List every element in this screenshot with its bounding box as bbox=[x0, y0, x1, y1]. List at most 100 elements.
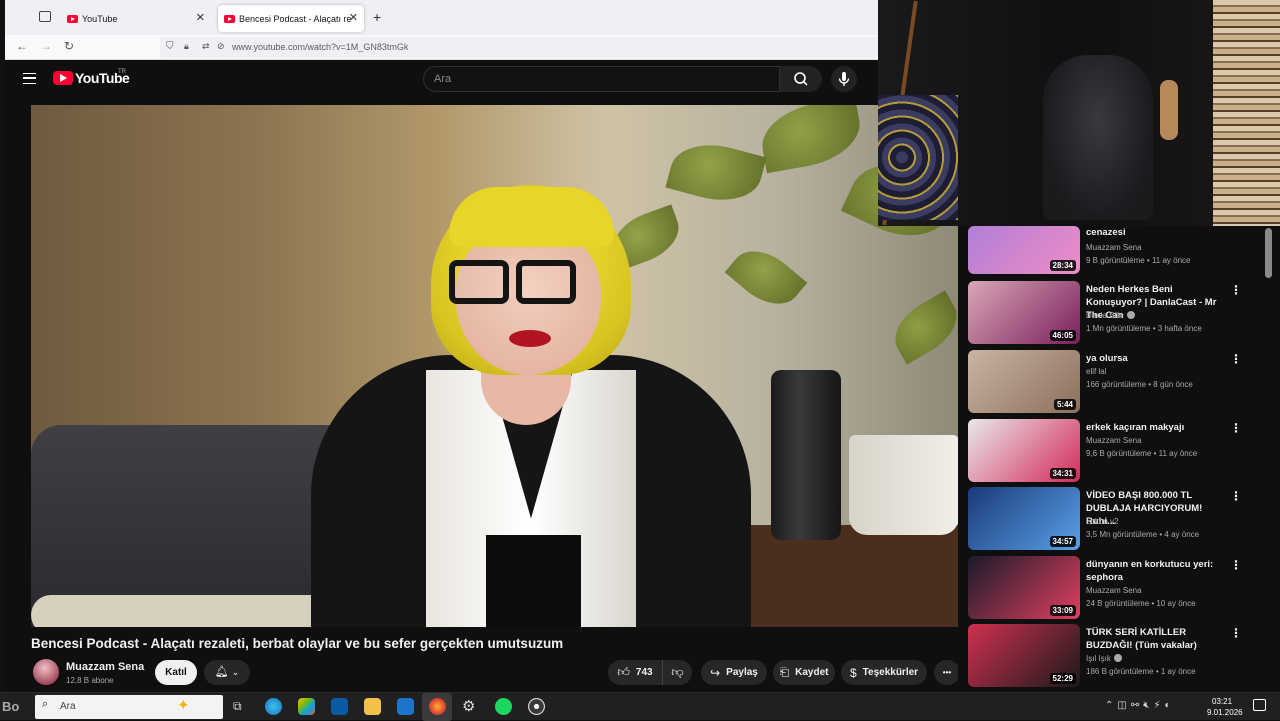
more-options-icon[interactable]: ⋮ bbox=[1230, 283, 1242, 297]
more-options-icon[interactable]: ⋮ bbox=[1230, 421, 1242, 435]
firefox-icon[interactable] bbox=[429, 698, 446, 715]
search-input[interactable]: Ara bbox=[423, 66, 780, 92]
recommendation-title[interactable]: erkek kaçıran makyajı bbox=[1086, 421, 1226, 434]
edge-browser-icon[interactable] bbox=[265, 698, 282, 715]
blanket bbox=[31, 595, 331, 627]
settings-gear-icon[interactable]: ⚙ bbox=[462, 697, 475, 715]
recommendation-channel[interactable]: Işıl Işık bbox=[1086, 654, 1122, 663]
more-options-icon[interactable]: ⋮ bbox=[1230, 489, 1242, 503]
copilot-sparkle-icon[interactable]: ✦ bbox=[177, 696, 190, 714]
close-tab-icon[interactable]: ✕ bbox=[196, 11, 205, 24]
lock-icon[interactable]: 🔒︎ bbox=[184, 41, 189, 52]
more-options-icon[interactable]: ⋮ bbox=[1230, 352, 1242, 366]
taskbar-search-placeholder: Ara bbox=[60, 701, 76, 712]
plant-leaf bbox=[756, 105, 866, 174]
notification-center-icon[interactable] bbox=[1253, 699, 1266, 711]
recommendation-item[interactable]: 34:31 erkek kaçıran makyajı Muazzam Sena… bbox=[968, 419, 1268, 483]
shield-icon[interactable]: ⛉ bbox=[166, 41, 174, 52]
more-actions-button[interactable]: ••• bbox=[934, 660, 960, 685]
search-placeholder: Ara bbox=[434, 73, 452, 85]
back-arrow-icon[interactable]: ← bbox=[16, 39, 28, 53]
forward-arrow-icon[interactable]: → bbox=[40, 39, 52, 53]
recommendation-title[interactable]: TÜRK SERİ KATİLLER BUZDAĞI! (Tüm vakalar… bbox=[1086, 626, 1226, 652]
youtube-favicon-icon bbox=[67, 14, 78, 23]
video-thumbnail[interactable]: 34:31 bbox=[968, 419, 1080, 482]
clock-time[interactable]: 03:21 bbox=[1212, 697, 1232, 706]
recommendation-title[interactable]: ya olursa bbox=[1086, 352, 1226, 365]
join-button[interactable]: Katıl bbox=[155, 660, 197, 685]
recommendation-meta: 24 B görüntüleme • 10 ay önce bbox=[1086, 599, 1196, 608]
recommendation-channel[interactable]: Orkun v2 bbox=[1086, 517, 1118, 526]
youtube-logo-icon[interactable] bbox=[53, 71, 73, 85]
video-thumbnail[interactable]: 46:05 bbox=[968, 281, 1080, 344]
more-options-icon[interactable]: ⋮ bbox=[1230, 626, 1242, 640]
duration-badge: 52:29 bbox=[1049, 673, 1076, 684]
search-button[interactable] bbox=[780, 66, 822, 92]
channel-name[interactable]: Muazzam Sena bbox=[66, 661, 144, 673]
obs-studio-icon[interactable] bbox=[528, 698, 545, 715]
duration-badge: 34:31 bbox=[1049, 468, 1076, 479]
glasses-right-lens bbox=[516, 260, 576, 304]
video-thumbnail[interactable]: 34:57 bbox=[968, 487, 1080, 550]
recommendation-item[interactable]: 46:05 Neden Herkes Beni Konuşuyor? | Dan… bbox=[968, 281, 1268, 345]
clock-date[interactable]: 9.01.2026 bbox=[1207, 708, 1243, 717]
dislike-button[interactable]: 👎︎ bbox=[662, 660, 692, 685]
recommendation-meta: 9,6 B görüntüleme • 11 ay önce bbox=[1086, 449, 1198, 458]
channel-avatar[interactable] bbox=[33, 659, 59, 685]
youtube-header: YouTube TR Ara bbox=[5, 60, 878, 100]
taskbar-search-box[interactable]: ⌕ Ara ✦ bbox=[35, 695, 223, 719]
copilot-icon[interactable] bbox=[298, 698, 315, 715]
task-view-icon[interactable]: ⧉ bbox=[233, 699, 242, 714]
recommendation-channel[interactable]: Danla Bilic bbox=[1086, 311, 1135, 320]
gaming-chair bbox=[1043, 55, 1153, 220]
video-thumbnail[interactable]: 33:09 bbox=[968, 556, 1080, 619]
spotify-icon[interactable] bbox=[495, 698, 512, 715]
close-tab-icon[interactable]: ✕ bbox=[349, 11, 358, 24]
permissions-icon[interactable]: ⇄ bbox=[202, 41, 210, 52]
save-label: Kaydet bbox=[795, 667, 829, 678]
tab-list-icon[interactable] bbox=[39, 11, 51, 22]
tab-label: YouTube bbox=[82, 13, 118, 24]
mail-icon[interactable] bbox=[397, 698, 414, 715]
video-thumbnail[interactable]: 28:34 bbox=[968, 226, 1080, 274]
reload-icon[interactable]: ↻ bbox=[64, 39, 74, 53]
recommendation-channel[interactable]: elif lal bbox=[1086, 367, 1106, 376]
recommendation-item[interactable]: 5:44 ya olursa elif lal 166 görüntüleme … bbox=[968, 350, 1268, 414]
tab-video-active[interactable]: Bencesi Podcast - Alaçatı rezalet ✕ bbox=[218, 5, 364, 32]
notification-bell-button[interactable]: 🔔︎ ⌄ bbox=[204, 660, 250, 685]
recommendations-sidebar: 28:34 cenazesi Muazzam Sena 9 B görüntül… bbox=[958, 226, 1280, 691]
share-label: Paylaş bbox=[726, 667, 758, 678]
recommendation-channel[interactable]: Muazzam Sena bbox=[1086, 243, 1142, 252]
sidebar-scrollbar[interactable] bbox=[1265, 228, 1272, 278]
recommendation-title[interactable]: cenazesi bbox=[1086, 226, 1226, 239]
plant-leaf bbox=[724, 237, 808, 318]
tracking-icon[interactable]: ⊘ bbox=[217, 41, 225, 52]
recommendation-channel[interactable]: Muazzam Sena bbox=[1086, 586, 1142, 595]
save-button[interactable]: ⎗ Kaydet bbox=[773, 660, 835, 685]
voice-search-button[interactable] bbox=[831, 66, 857, 92]
recommendation-meta: 3,5 Mn görüntüleme • 4 ay önce bbox=[1086, 530, 1200, 539]
like-button[interactable]: 👍︎ 743 bbox=[608, 660, 662, 685]
share-arrow-icon: ↪ bbox=[710, 665, 721, 680]
menu-hamburger-icon[interactable] bbox=[23, 73, 36, 84]
recommendation-item[interactable]: 52:29 TÜRK SERİ KATİLLER BUZDAĞI! (Tüm v… bbox=[968, 624, 1268, 688]
store-icon[interactable] bbox=[331, 698, 348, 715]
more-options-icon[interactable]: ⋮ bbox=[1230, 558, 1242, 572]
video-thumbnail[interactable]: 5:44 bbox=[968, 350, 1080, 413]
video-thumbnail[interactable]: 52:29 bbox=[968, 624, 1080, 687]
video-player[interactable] bbox=[31, 105, 958, 627]
file-explorer-icon[interactable] bbox=[364, 698, 381, 715]
new-tab-button[interactable]: + bbox=[373, 9, 381, 25]
system-tray-icons[interactable]: ⌃◫⚯🔇︎⚡︎◐ bbox=[1105, 700, 1175, 711]
subscriber-count: 12,8 B abone bbox=[66, 676, 114, 685]
thanks-button[interactable]: $ Teşekkürler bbox=[841, 660, 927, 685]
duration-badge: 5:44 bbox=[1053, 399, 1076, 410]
tab-youtube[interactable]: YouTube ✕ bbox=[61, 5, 211, 32]
recommendation-item[interactable]: 33:09 dünyanın en korkutucu yeri: sephor… bbox=[968, 556, 1268, 620]
url-text[interactable]: www.youtube.com/watch?v=1M_GN83tmGk bbox=[232, 42, 408, 52]
share-button[interactable]: ↪ Paylaş bbox=[701, 660, 767, 685]
recommendation-item[interactable]: 34:57 VİDEO BAŞI 800.000 TL DUBLAJA HARC… bbox=[968, 487, 1268, 551]
recommendation-channel[interactable]: Muazzam Sena bbox=[1086, 436, 1142, 445]
recommendation-title[interactable]: dünyanın en korkutucu yeri: sephora bbox=[1086, 558, 1226, 584]
address-bar[interactable]: ⛉ 🔒︎ ⇄ ⊘ www.youtube.com/watch?v=1M_GN83… bbox=[160, 37, 878, 58]
